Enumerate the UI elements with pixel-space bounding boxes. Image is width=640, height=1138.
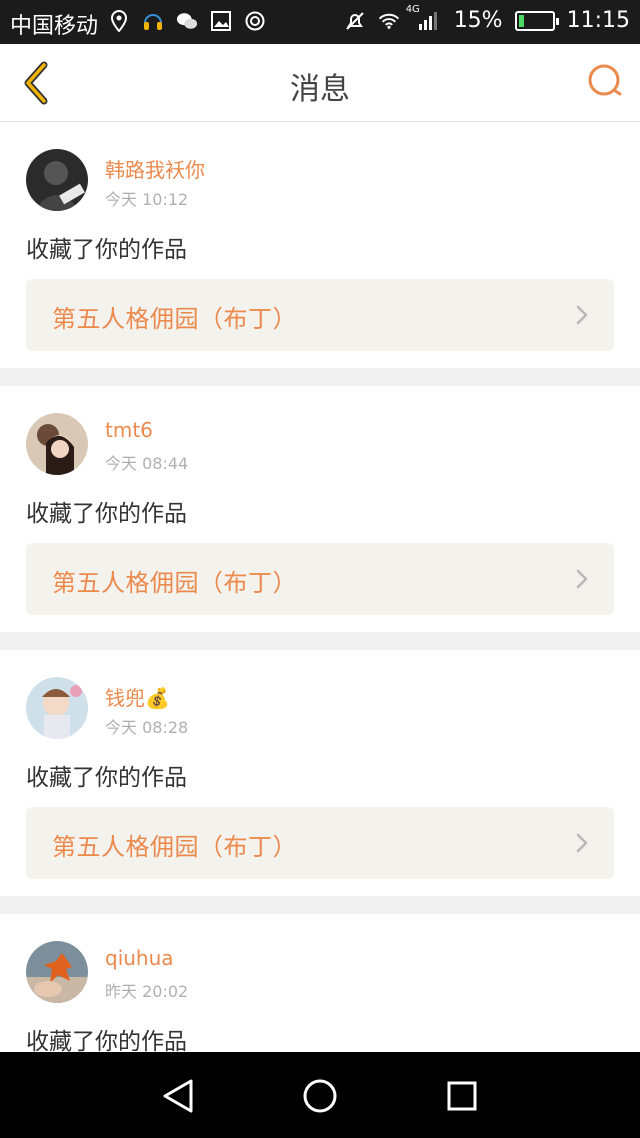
signal-icon: 4G	[406, 4, 442, 32]
message-card: tmt6 今天 08:44 收藏了你的作品 第五人格佣园（布丁）	[0, 386, 640, 632]
message-card: qiuhua 昨天 20:02 收藏了你的作品	[0, 914, 640, 1052]
top-app-bar: 消息	[0, 44, 640, 122]
avatar[interactable]	[26, 677, 88, 739]
network-type: 4G	[405, 3, 420, 15]
page-title: 消息	[290, 72, 350, 107]
sync-icon	[244, 10, 266, 32]
chevron-right-icon	[576, 569, 588, 589]
status-bar: 中国移动 4G 15% 11:15	[0, 0, 640, 44]
clock: 11:15	[566, 8, 630, 33]
work-link[interactable]: 第五人格佣园（布丁）	[26, 807, 614, 879]
action-text: 收藏了你的作品	[26, 501, 187, 527]
work-title: 第五人格佣园（布丁）	[52, 569, 297, 597]
message-card: 韩路我袄你 今天 10:12 收藏了你的作品 第五人格佣园（布丁）	[0, 122, 640, 368]
username[interactable]: tmt6	[105, 418, 153, 442]
notification-icons	[108, 10, 266, 32]
system-navigation-bar	[0, 1052, 640, 1138]
status-right: 4G 15% 11:15	[344, 4, 630, 33]
battery-icon	[514, 10, 559, 31]
search-button[interactable]	[584, 60, 628, 104]
circle-home-icon	[303, 1079, 337, 1113]
action-text: 收藏了你的作品	[26, 765, 187, 791]
nav-home-button[interactable]	[300, 1076, 340, 1116]
wifi-icon	[378, 10, 400, 32]
triangle-back-icon	[163, 1079, 193, 1113]
username[interactable]: qiuhua	[105, 946, 174, 970]
nav-recents-button[interactable]	[442, 1076, 482, 1116]
action-text: 收藏了你的作品	[26, 1029, 187, 1052]
mute-icon	[344, 10, 366, 32]
battery-percent: 15%	[453, 8, 503, 33]
chevron-right-icon	[576, 833, 588, 853]
timestamp: 今天 10:12	[105, 190, 189, 209]
message-list[interactable]: 韩路我袄你 今天 10:12 收藏了你的作品 第五人格佣园（布丁） tmt6 今…	[0, 122, 640, 1052]
avatar[interactable]	[26, 149, 88, 211]
timestamp: 今天 08:28	[105, 718, 189, 737]
image-icon	[210, 10, 232, 32]
chevron-right-icon	[576, 305, 588, 325]
wechat-icon	[176, 10, 198, 32]
location-icon	[108, 10, 130, 32]
work-link[interactable]: 第五人格佣园（布丁）	[26, 279, 614, 351]
username[interactable]: 韩路我袄你	[105, 154, 205, 183]
work-title: 第五人格佣园（布丁）	[52, 305, 297, 333]
message-card: 钱兜💰 今天 08:28 收藏了你的作品 第五人格佣园（布丁）	[0, 650, 640, 896]
action-text: 收藏了你的作品	[26, 237, 187, 263]
headset-icon	[142, 10, 164, 32]
timestamp: 昨天 20:02	[105, 982, 189, 1001]
username[interactable]: 钱兜💰	[105, 682, 170, 711]
timestamp: 今天 08:44	[105, 454, 189, 473]
square-recents-icon	[447, 1081, 477, 1111]
avatar[interactable]	[26, 941, 88, 1003]
carrier-name: 中国移动	[10, 14, 99, 39]
avatar[interactable]	[26, 413, 88, 475]
search-icon	[588, 64, 622, 96]
work-link[interactable]: 第五人格佣园（布丁）	[26, 543, 614, 615]
nav-back-button[interactable]	[158, 1076, 198, 1116]
work-title: 第五人格佣园（布丁）	[52, 833, 297, 861]
